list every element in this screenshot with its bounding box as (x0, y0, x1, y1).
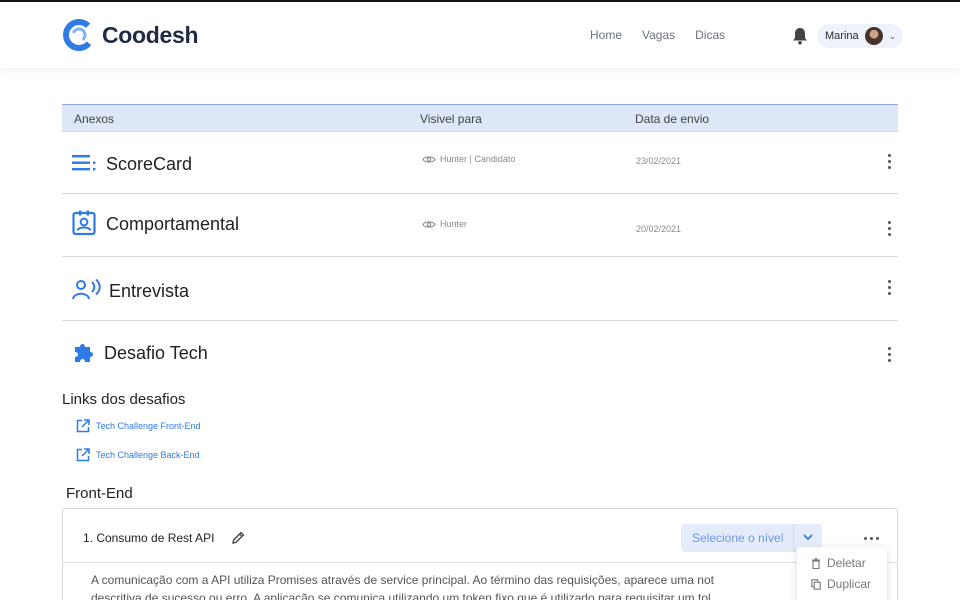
trash-icon (812, 557, 820, 569)
user-name: Marina (825, 30, 859, 42)
top-navbar: Coodesh Home Vagas Dicas Marina ⌄ (0, 0, 960, 68)
question-description: A comunicação com a API utiliza Promises… (91, 571, 891, 600)
date-cell: 23/02/2021 (636, 156, 682, 166)
eye-icon (422, 220, 436, 228)
chevron-down-icon (803, 534, 813, 541)
table-row[interactable]: ScoreCard Hunter | Candidato 23/02/2021 (62, 132, 898, 194)
challenge-link-backend[interactable]: Tech Challenge Back-End (76, 448, 200, 462)
list-icon (72, 155, 96, 171)
description-line: descritiva de sucesso ou erro. A aplicaç… (91, 591, 711, 600)
nav-home[interactable]: Home (590, 28, 622, 42)
header-anexos: Anexos (74, 112, 115, 126)
date-cell: 20/02/2021 (636, 224, 682, 234)
kebab-menu-icon[interactable] (886, 221, 892, 236)
frontend-section-title: Front-End (66, 485, 133, 502)
kebab-menu-icon[interactable] (886, 280, 892, 295)
visibility-text: Hunter | Candidato (440, 154, 516, 164)
pencil-icon[interactable] (231, 531, 245, 545)
row-title[interactable]: Entrevista (109, 281, 189, 302)
brand-logo[interactable]: Coodesh (62, 15, 199, 55)
voice-icon (72, 279, 101, 300)
menu-item-label: Deletar (827, 556, 866, 570)
coodesh-logo-icon (63, 19, 95, 51)
links-section-title: Links dos desafios (62, 391, 186, 408)
copy-icon (811, 578, 821, 590)
question-card: 1. Consumo de Rest API Selecione o nível… (62, 508, 898, 600)
menu-item-label: Duplicar (827, 577, 872, 591)
question-card-header: 1. Consumo de Rest API Selecione o nível (63, 509, 897, 563)
level-select-placeholder: Selecione o nível (692, 531, 784, 545)
nav-vagas[interactable]: Vagas (642, 28, 675, 42)
link-text[interactable]: Tech Challenge Back-End (96, 450, 200, 460)
nav-dicas[interactable]: Dicas (695, 28, 725, 42)
menu-item-delete[interactable]: Deletar (811, 556, 866, 570)
kebab-menu-icon[interactable] (886, 347, 892, 362)
kebab-menu-icon[interactable] (886, 154, 892, 169)
table-header: Anexos Visivel para Data de envio (62, 104, 898, 132)
visibility-cell: Hunter | Candidato (422, 154, 515, 164)
card-context-menu: Deletar Duplicar (797, 547, 887, 600)
header-data: Data de envio (635, 112, 710, 126)
table-row[interactable]: Desafio Tech (62, 321, 898, 381)
more-options-icon[interactable] (864, 537, 879, 540)
question-title: 1. Consumo de Rest API (83, 531, 215, 545)
brand-name: Coodesh (102, 21, 199, 48)
chevron-down-icon: ⌄ (888, 30, 897, 41)
puzzle-icon (75, 344, 93, 362)
user-menu[interactable]: Marina ⌄ (817, 24, 903, 48)
external-link-icon (76, 448, 90, 462)
visibility-text: Hunter (440, 219, 468, 229)
row-title[interactable]: ScoreCard (106, 154, 192, 175)
link-text[interactable]: Tech Challenge Front-End (96, 421, 201, 431)
row-title[interactable]: Comportamental (106, 214, 239, 235)
main-nav: Home Vagas Dicas (590, 28, 725, 42)
header-visivel: Visivel para (420, 112, 482, 126)
badge-icon (72, 210, 96, 236)
eye-icon (422, 155, 436, 163)
bell-icon[interactable] (792, 27, 808, 45)
challenge-link-frontend[interactable]: Tech Challenge Front-End (76, 419, 201, 433)
description-line: A comunicação com a API utiliza Promises… (91, 573, 714, 587)
avatar (864, 27, 883, 45)
table-row[interactable]: Comportamental Hunter 20/02/2021 (62, 194, 898, 257)
external-link-icon (76, 419, 90, 433)
table-row[interactable]: Entrevista (62, 257, 898, 321)
select-divider (793, 524, 794, 552)
row-title[interactable]: Desafio Tech (104, 343, 208, 364)
visibility-cell: Hunter (422, 219, 467, 229)
menu-item-duplicate[interactable]: Duplicar (811, 577, 871, 591)
attachments-table: Anexos Visivel para Data de envio ScoreC… (62, 104, 898, 381)
